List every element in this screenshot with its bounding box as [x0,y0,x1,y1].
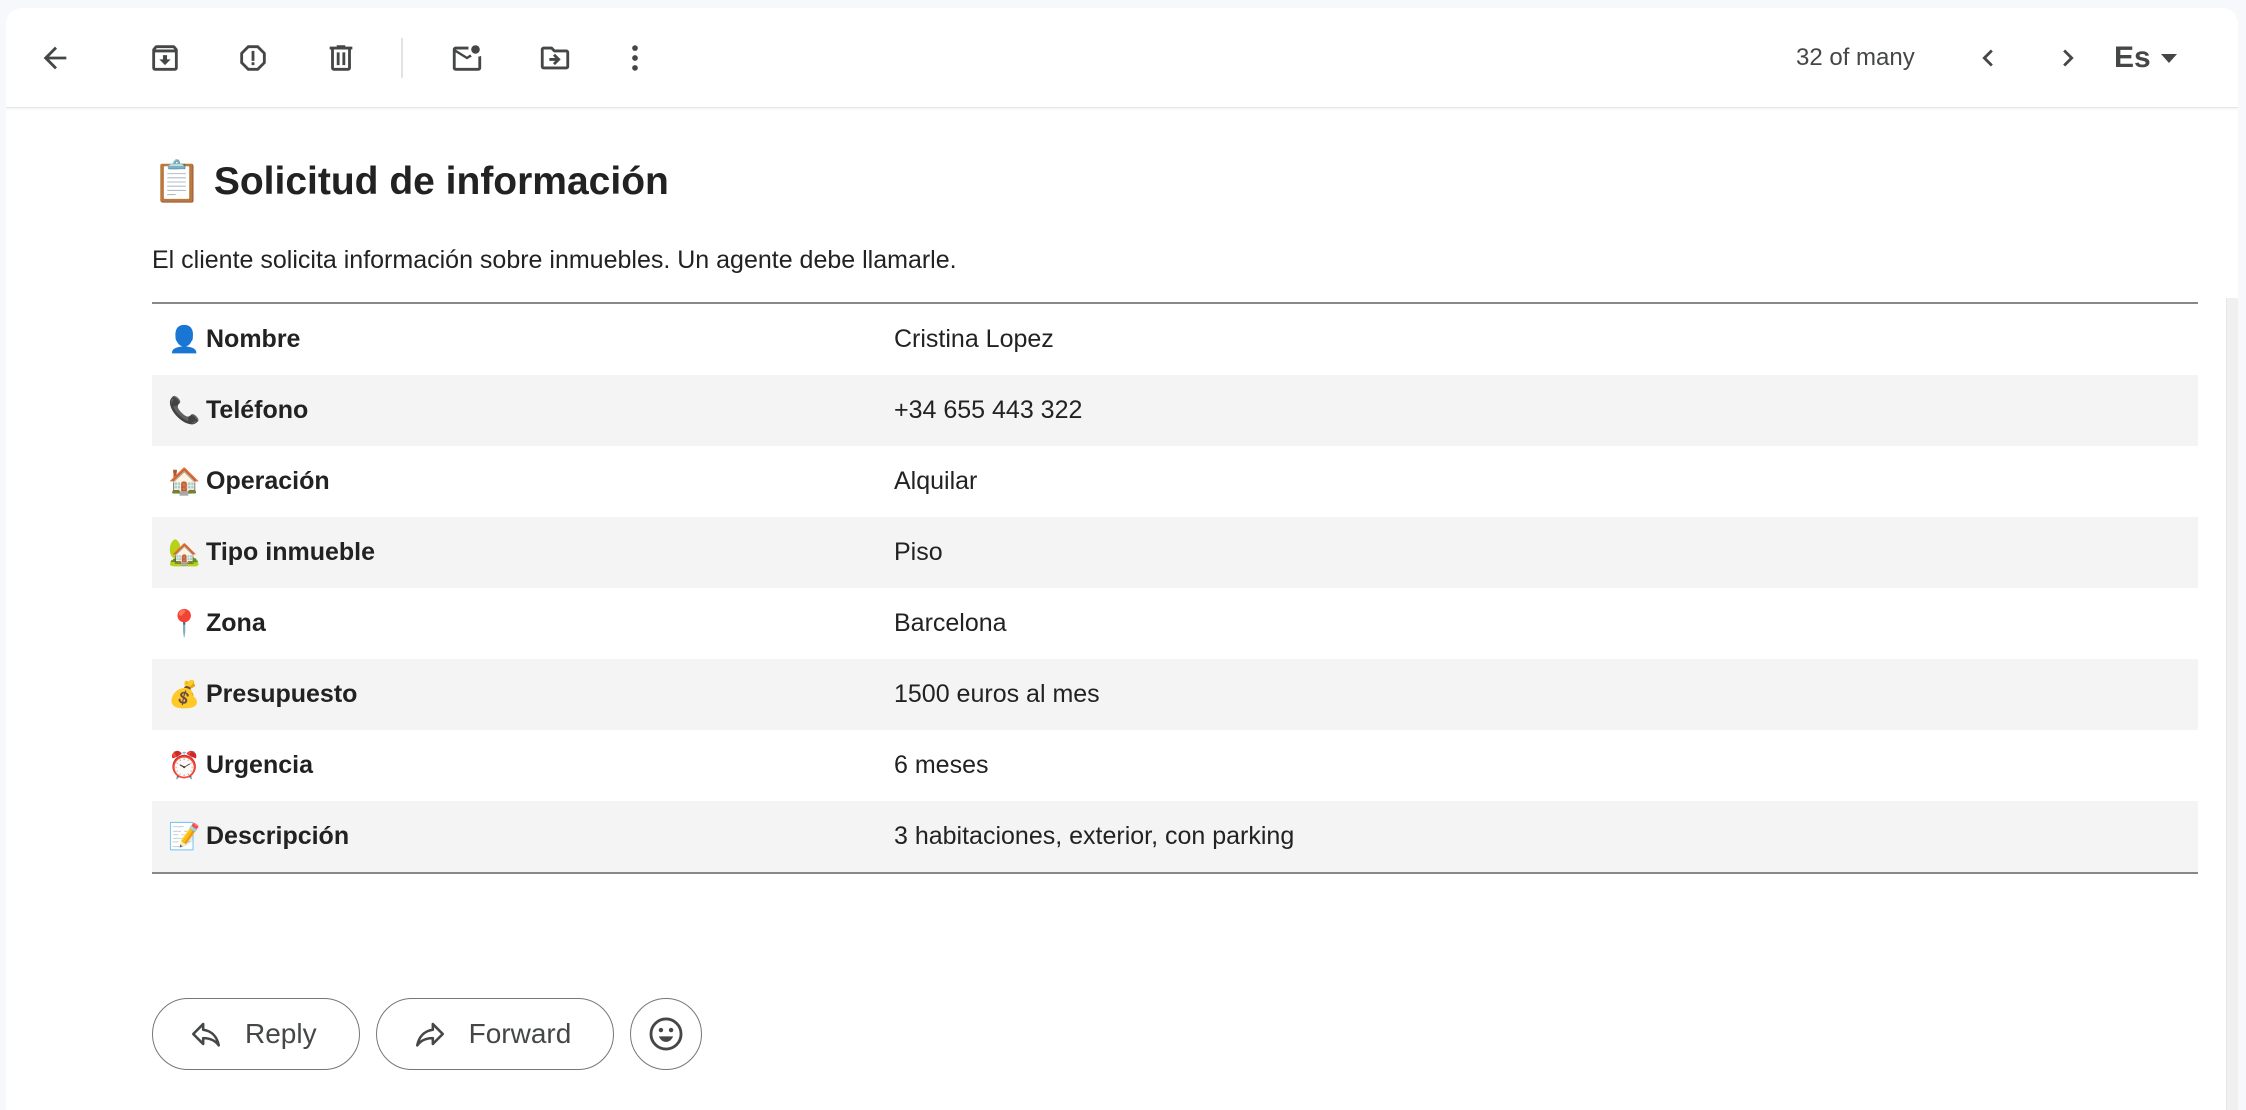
language-label: Es [2114,41,2151,74]
toolbar-divider [401,38,403,78]
label-text: Tipo inmueble [206,538,375,566]
phone-icon: 📞 [168,395,201,425]
forward-button[interactable]: Forward [375,998,615,1070]
email-title-text: Solicitud de información [213,159,669,203]
row-label: 📍 Zona [152,608,894,639]
label-text: Teléfono [206,396,309,424]
alarm-clock-icon: ⏰ [168,750,201,780]
label-text: Descripción [206,822,350,850]
row-label: 🏠 Operación [152,466,894,497]
label-text: Presupuesto [206,680,358,708]
archive-icon [152,45,178,71]
email-subtitle: El cliente solicita información sobre in… [152,246,957,274]
pin-icon: 📍 [168,608,201,638]
email-title: 📋 Solicitud de información [152,158,669,205]
table-row: ⏰ Urgencia 6 meses [152,730,2198,801]
row-value: Piso [894,538,943,566]
row-label: 🏡 Tipo inmueble [152,537,894,568]
email-window: 32 of many Es 📋 Solicitud de información… [6,8,2238,1110]
table-row: 🏡 Tipo inmueble Piso [152,517,2198,588]
mark-unread-button[interactable] [439,30,495,86]
older-button[interactable] [2040,30,2096,86]
reply-actions: Reply Forward [152,998,703,1070]
label-text: Nombre [206,325,301,353]
house-garden-icon: 🏡 [168,537,201,567]
reply-icon [191,1022,221,1047]
label-text: Operación [206,467,330,495]
row-label: 💰 Presupuesto [152,679,894,710]
toolbar: 32 of many Es [6,8,2238,108]
details-table: 👤 Nombre Cristina Lopez 📞 Teléfono +34 655… [152,302,2198,874]
mark-unread-icon [452,45,482,71]
more-options-button[interactable] [607,30,663,86]
input-tools-button[interactable]: Es [2114,32,2177,84]
row-value: 6 meses [894,751,989,779]
back-button[interactable] [27,30,83,86]
reply-button[interactable]: Reply [152,998,360,1070]
arrow-left-icon [43,46,67,70]
label-text: Zona [206,609,266,637]
move-to-button[interactable] [527,30,583,86]
smiley-icon [649,1017,683,1051]
report-spam-button[interactable] [225,30,281,86]
row-label: 📝 Descripción [152,821,894,852]
table-row: 👤 Nombre Cristina Lopez [152,304,2198,375]
report-icon [240,45,266,71]
archive-button[interactable] [137,30,193,86]
row-value: Cristina Lopez [894,325,1054,353]
trash-icon [329,45,353,71]
scrollbar[interactable] [2226,298,2238,1110]
label-text: Urgencia [206,751,313,779]
forward-label: Forward [468,1018,572,1049]
row-value: 3 habitaciones, exterior, con parking [894,822,1295,850]
newer-button[interactable] [1960,30,2016,86]
row-label: 👤 Nombre [152,324,894,355]
caret-down-icon [2160,53,2177,63]
forward-icon [415,1022,444,1047]
table-row: 📝 Descripción 3 habitaciones, exterior, c… [152,801,2198,872]
more-vert-icon [632,45,638,71]
delete-button[interactable] [313,30,369,86]
row-value: +34 655 443 322 [894,396,1083,424]
table-row: 🏠 Operación Alquilar [152,446,2198,517]
memo-icon: 📝 [168,821,201,851]
row-value: 1500 euros al mes [894,680,1100,708]
reply-label: Reply [245,1018,317,1049]
chevron-left-icon [1982,49,1993,67]
message-counter: 32 of many [1796,44,1915,71]
row-label: 📞 Teléfono [152,395,894,426]
row-label: ⏰ Urgencia [152,750,894,781]
row-value: Alquilar [894,467,978,495]
clipboard-icon: 📋 [152,160,202,204]
emoji-reaction-button[interactable] [630,998,703,1070]
table-row: 📞 Teléfono +34 655 443 322 [152,375,2198,446]
money-bag-icon: 💰 [168,679,201,709]
table-row: 📍 Zona Barcelona [152,588,2198,659]
row-value: Barcelona [894,609,1007,637]
person-icon: 👤 [168,324,201,354]
table-row: 💰 Presupuesto 1500 euros al mes [152,659,2198,730]
folder-move-icon [540,46,570,70]
house-icon: 🏠 [168,466,201,496]
chevron-right-icon [2063,49,2074,67]
